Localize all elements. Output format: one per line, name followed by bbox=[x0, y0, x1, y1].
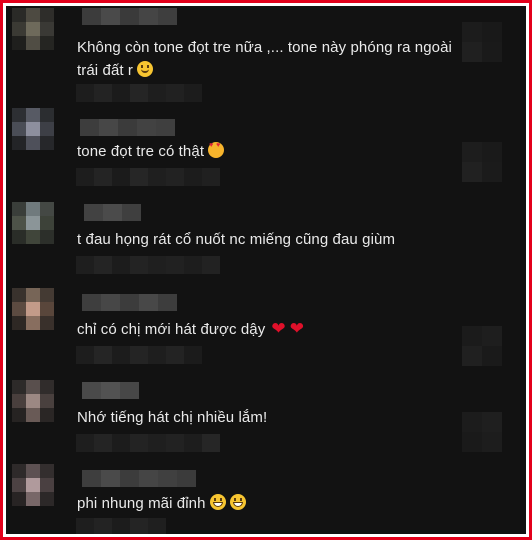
avatar[interactable] bbox=[12, 108, 54, 150]
avatar[interactable] bbox=[12, 202, 54, 244]
comment-meta-blurred bbox=[76, 434, 220, 452]
comment-item: chỉ có chị mới hát được dậy ❤ ❤ bbox=[6, 286, 526, 374]
comment-text: Không còn tone đọt tre nữa ,... tone này… bbox=[77, 39, 452, 79]
red-heart-icon: ❤ bbox=[271, 319, 286, 338]
slightly-smiling-face-icon bbox=[137, 61, 154, 77]
comment-item: Nhớ tiếng hát chị nhiều lắm! bbox=[6, 378, 526, 466]
username-blurred[interactable] bbox=[80, 119, 175, 136]
red-heart-icon: ❤ bbox=[289, 319, 305, 338]
blurred-region bbox=[462, 142, 502, 182]
screenshot-frame: Không còn tone đọt tre nữa ,... tone này… bbox=[0, 0, 532, 540]
smiling-face-with-hearts-icon bbox=[208, 142, 225, 158]
comment-item: phi nhung mãi đỉnh bbox=[6, 462, 526, 534]
grinning-face-icon bbox=[209, 494, 226, 510]
avatar[interactable] bbox=[12, 8, 54, 50]
username-blurred[interactable] bbox=[82, 294, 177, 311]
username-blurred[interactable] bbox=[82, 382, 139, 399]
comments-panel: Không còn tone đọt tre nữa ,... tone này… bbox=[6, 6, 526, 534]
avatar[interactable] bbox=[12, 288, 54, 330]
comment-item: t đau họng rát cổ nuốt nc miếng cũng đau… bbox=[6, 200, 526, 288]
username-blurred[interactable] bbox=[82, 8, 177, 25]
comment-text: phi nhung mãi đỉnh bbox=[77, 492, 466, 515]
comment-meta-blurred bbox=[76, 84, 202, 102]
grinning-face-icon bbox=[229, 494, 246, 510]
comment-item: tone đọt tre có thật bbox=[6, 106, 526, 194]
blurred-region bbox=[462, 22, 502, 62]
avatar[interactable] bbox=[12, 380, 54, 422]
comment-meta-blurred bbox=[76, 256, 220, 274]
username-blurred[interactable] bbox=[84, 204, 141, 221]
avatar[interactable] bbox=[12, 464, 54, 506]
comment-item: Không còn tone đọt tre nữa ,... tone này… bbox=[6, 6, 526, 102]
comment-text: Nhớ tiếng hát chị nhiều lắm! bbox=[77, 409, 268, 426]
comment-meta-blurred bbox=[76, 346, 202, 364]
blurred-region bbox=[462, 412, 502, 452]
blurred-region bbox=[462, 326, 502, 366]
comment-text: chỉ có chị mới hát được dậy ❤ ❤ bbox=[77, 319, 305, 338]
comment-meta-blurred bbox=[76, 518, 166, 534]
comment-text: t đau họng rát cổ nuốt nc miếng cũng đau… bbox=[77, 231, 396, 248]
username-blurred[interactable] bbox=[82, 470, 196, 487]
comment-text: tone đọt tre có thật bbox=[77, 140, 466, 163]
comment-meta-blurred bbox=[76, 168, 220, 186]
